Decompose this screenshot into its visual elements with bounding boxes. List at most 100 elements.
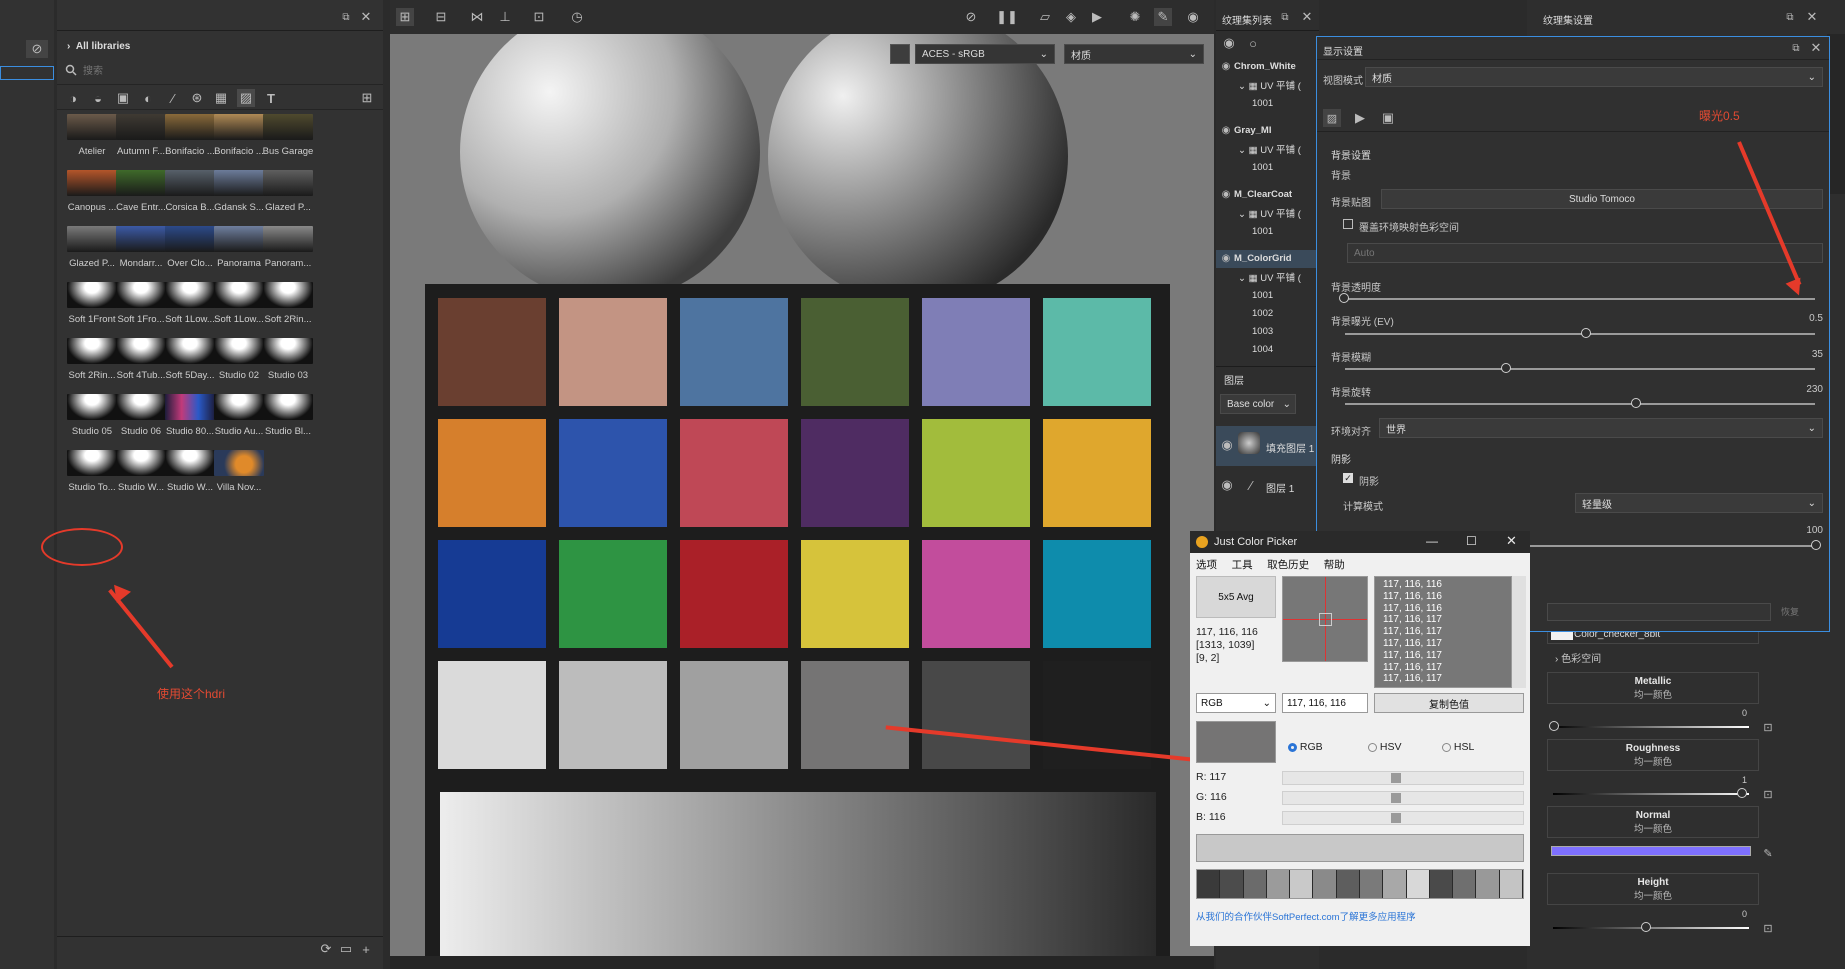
hdri-thumbnail[interactable] (67, 450, 117, 476)
channel-card[interactable]: Normal 均一颜色 (1547, 806, 1759, 838)
cube-icon[interactable]: ◈ (1062, 8, 1080, 26)
history-entry[interactable]: 117, 116, 117 (1383, 614, 1503, 626)
partner-link[interactable]: 从我们的合作伙伴SoftPerfect.com了解更多应用程序 (1196, 909, 1416, 923)
shadow-slider-value[interactable]: 100 (1787, 525, 1823, 536)
hdri-thumbnail[interactable] (263, 114, 313, 140)
env-align-dropdown[interactable]: 世界 ⌄ (1379, 418, 1823, 438)
override-checkbox[interactable] (1343, 219, 1353, 229)
channel-slider[interactable] (1553, 927, 1749, 929)
add-icon[interactable]: + (359, 942, 373, 957)
eye-icon[interactable]: ◉ (1220, 60, 1232, 72)
hdri-thumbnail[interactable] (116, 394, 166, 420)
hdri-thumbnail[interactable] (67, 338, 117, 364)
hdri-thumbnail[interactable] (165, 114, 215, 140)
screenshot-icon[interactable]: ◉ (1184, 8, 1202, 26)
hdri-thumbnail[interactable] (116, 226, 166, 252)
texture-slot-icon[interactable]: ⊡ (1761, 720, 1775, 734)
history-entry[interactable]: 117, 116, 116 (1383, 591, 1503, 603)
palette-swatch[interactable] (1220, 870, 1244, 898)
background-map-field[interactable]: Studio Tomoco (1381, 189, 1823, 209)
hdri-thumbnail[interactable] (214, 170, 264, 196)
generator-icon[interactable]: ◐ (140, 90, 156, 106)
exposure-slider[interactable] (1345, 333, 1815, 335)
uv-tile-group[interactable]: ⌄ ▦ UV 平铺 ( (1238, 206, 1301, 220)
sample-size-button[interactable]: 5x5 Avg (1196, 576, 1276, 618)
hdri-thumbnail[interactable] (165, 170, 215, 196)
hdri-thumbnail[interactable] (116, 114, 166, 140)
fit-icon[interactable]: ⊡ (530, 8, 548, 26)
mode-hsl[interactable]: HSL (1442, 741, 1474, 753)
history-entry[interactable]: 117, 116, 116 (1383, 579, 1503, 591)
uv-tile[interactable]: 1004 (1252, 344, 1273, 355)
colorspace-auto-dropdown[interactable]: Auto (1347, 243, 1823, 263)
palette-swatch[interactable] (1406, 870, 1430, 898)
eye-icon[interactable]: ◉ (1220, 252, 1232, 264)
hdri-thumbnail[interactable] (165, 338, 215, 364)
float-icon[interactable]: ⧉ (339, 10, 353, 24)
channel-card[interactable]: Roughness 均一颜色 (1547, 739, 1759, 771)
palette-swatch[interactable] (1476, 870, 1500, 898)
channel-card[interactable]: Height 均一颜色 (1547, 873, 1759, 905)
history-entry[interactable]: 117, 116, 117 (1383, 626, 1503, 638)
blur-value[interactable]: 35 (1787, 349, 1823, 360)
channel-slider[interactable] (1551, 846, 1751, 856)
symmetry-icon[interactable]: ⋈ (468, 8, 486, 26)
uv-tile[interactable]: 1001 (1252, 162, 1273, 173)
hdri-thumbnail[interactable] (116, 338, 166, 364)
history-entry[interactable]: 117, 116, 117 (1383, 673, 1503, 685)
close-icon[interactable]: ✕ (359, 9, 373, 24)
tile-icon[interactable]: ⊟ (432, 8, 450, 26)
menu-history[interactable]: 取色历史 (1267, 559, 1309, 571)
texture-set-row[interactable]: ◉ Gray_MI (1216, 122, 1319, 140)
channel-slider[interactable] (1553, 793, 1749, 795)
slider-knob[interactable] (1581, 328, 1591, 338)
channel-value[interactable]: 0 (1727, 708, 1747, 718)
layer-row-fill[interactable]: ◉ 填充图层 1 (1216, 426, 1319, 466)
hdri-thumbnail[interactable] (165, 282, 215, 308)
texture-icon[interactable]: ▦ (213, 90, 229, 106)
camera-video-icon[interactable]: ▶ (1088, 8, 1106, 26)
hdri-thumbnail[interactable] (214, 450, 264, 476)
environment-tab-icon[interactable]: ▨ (1323, 109, 1341, 127)
float-icon[interactable]: ⧉ (1789, 41, 1803, 55)
format-dropdown[interactable]: RGB ⌄ (1196, 693, 1276, 713)
viewer-tab-icon[interactable]: ▣ (1379, 109, 1397, 127)
red-slider[interactable] (1282, 771, 1524, 785)
hdri-thumbnail[interactable] (116, 282, 166, 308)
channel-dropdown[interactable]: Base color ⌄ (1220, 394, 1296, 414)
maximize-icon[interactable]: ☐ (1466, 534, 1477, 548)
palette-swatch[interactable] (1453, 870, 1477, 898)
slider-knob[interactable] (1339, 293, 1349, 303)
palette-swatch[interactable] (1336, 870, 1360, 898)
uv-tile[interactable]: 1001 (1252, 226, 1273, 237)
rotation-slider[interactable] (1345, 403, 1815, 405)
texture-set-row[interactable]: ◉ Chrom_White (1216, 58, 1319, 76)
particle-icon[interactable]: ⊛ (189, 90, 205, 106)
mode-hsv[interactable]: HSV (1368, 741, 1402, 753)
hdri-thumbnail[interactable] (116, 450, 166, 476)
uv-tile-group[interactable]: ⌄ ▦ UV 平铺 ( (1238, 142, 1301, 156)
shadow-slider[interactable] (1527, 545, 1817, 547)
hdri-thumbnail[interactable] (214, 282, 264, 308)
reset-button[interactable]: 恢复 (1781, 605, 1799, 618)
hdri-thumbnail[interactable] (263, 338, 313, 364)
eye-outline-icon[interactable]: ○ (1246, 36, 1260, 51)
view-mode-dropdown[interactable]: 材质 ⌄ (1365, 67, 1823, 87)
color-history-list[interactable]: 117, 116, 116 117, 116, 116 117, 116, 116 1… (1374, 576, 1512, 688)
hide-icon[interactable]: ⊘ (962, 8, 980, 26)
green-slider[interactable] (1282, 791, 1524, 805)
menu-help[interactable]: 帮助 (1324, 559, 1345, 571)
history-entry[interactable]: 117, 116, 116 (1383, 603, 1503, 615)
hdri-thumbnail[interactable] (165, 450, 215, 476)
float-icon[interactable]: ⧉ (1278, 10, 1292, 24)
slider-knob[interactable] (1549, 721, 1559, 731)
channel-value[interactable]: 1 (1727, 775, 1747, 785)
hdri-thumbnail[interactable] (67, 394, 117, 420)
eye-icon[interactable]: ◉ (1220, 124, 1232, 136)
uv-tile[interactable]: 1003 (1252, 326, 1273, 337)
grid-view-icon[interactable]: ⊞ (359, 90, 375, 106)
palette-swatch[interactable] (1290, 870, 1314, 898)
texture-slot-icon[interactable]: ⊡ (1761, 921, 1775, 935)
palette-swatch[interactable] (1499, 870, 1523, 898)
hdri-thumbnail[interactable] (67, 170, 117, 196)
